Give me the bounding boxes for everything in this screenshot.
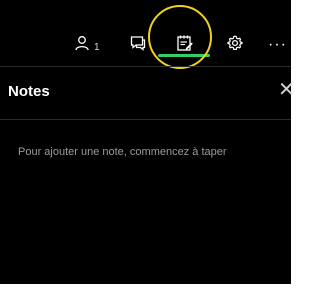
chat-button[interactable]	[127, 30, 149, 60]
participants-count: 1	[94, 41, 100, 53]
notes-input[interactable]: Pour ajouter une note, commencez à taper	[18, 146, 283, 158]
meeting-toolbar: 1 ···	[0, 0, 291, 69]
header-divider	[0, 119, 291, 120]
notes-panel: 1 ··· Notes ✕ Pour ajouter une note, com…	[0, 0, 295, 284]
person-icon	[74, 35, 90, 56]
gear-icon	[227, 35, 243, 56]
chat-icon	[130, 35, 146, 56]
close-icon[interactable]: ✕	[278, 80, 295, 100]
more-button[interactable]: ···	[268, 30, 291, 60]
toolbar-divider	[0, 66, 291, 67]
more-icon: ···	[268, 36, 287, 53]
participants-button[interactable]: 1	[74, 30, 108, 60]
settings-button[interactable]	[224, 30, 246, 60]
active-tab-indicator	[158, 54, 210, 57]
panel-title: Notes	[8, 83, 50, 100]
